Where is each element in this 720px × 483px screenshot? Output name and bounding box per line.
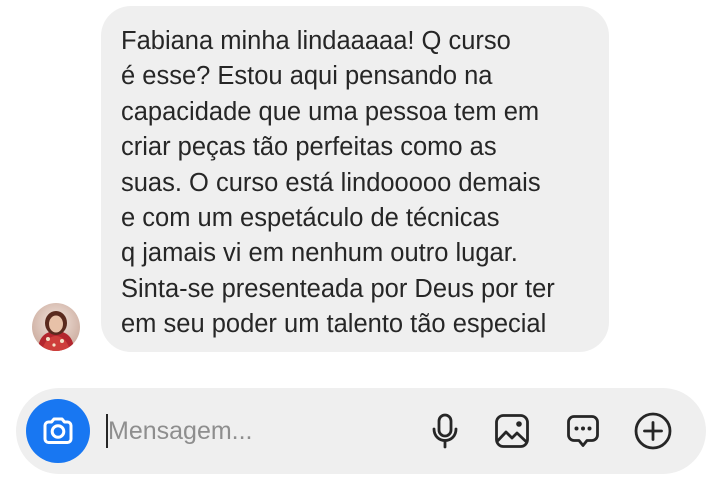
message-input[interactable]	[108, 412, 408, 450]
message-line: capacidade que uma pessoa tem em	[121, 97, 540, 126]
microphone-icon	[432, 413, 458, 449]
more-options-button[interactable]	[629, 407, 677, 455]
avatar-photo	[32, 303, 80, 351]
message-line: em seu poder um talento tão especial	[121, 310, 547, 339]
voice-message-button[interactable]	[421, 407, 469, 455]
message-composer	[16, 388, 706, 474]
image-gallery-icon	[495, 414, 529, 448]
plus-circle-icon	[634, 412, 672, 450]
message-line: criar peças tão perfeitas como as	[121, 133, 497, 162]
message-line: Fabiana minha lindaaaaa! Q curso	[121, 27, 511, 55]
message-line: q jamais vi em nenhum outro lugar.	[121, 239, 518, 268]
chat-bubble-icon	[567, 415, 599, 447]
camera-button[interactable]	[26, 399, 90, 463]
message-line: é esse? Estou aqui pensando na	[121, 62, 493, 91]
sticker-button[interactable]	[559, 407, 607, 455]
message-line: e com um espetáculo de técnicas	[121, 204, 500, 233]
message-line: Sinta-se presenteada por Deus por ter	[121, 274, 555, 303]
chat-screen: Fabiana minha lindaaaaa! Q curso é esse?…	[0, 0, 720, 483]
message-line: suas. O curso está lindooooo demais	[121, 168, 541, 197]
sender-avatar[interactable]	[32, 303, 80, 351]
camera-icon	[43, 417, 73, 444]
received-message-bubble[interactable]: Fabiana minha lindaaaaa! Q curso é esse?…	[101, 6, 609, 352]
gallery-button[interactable]	[488, 407, 536, 455]
